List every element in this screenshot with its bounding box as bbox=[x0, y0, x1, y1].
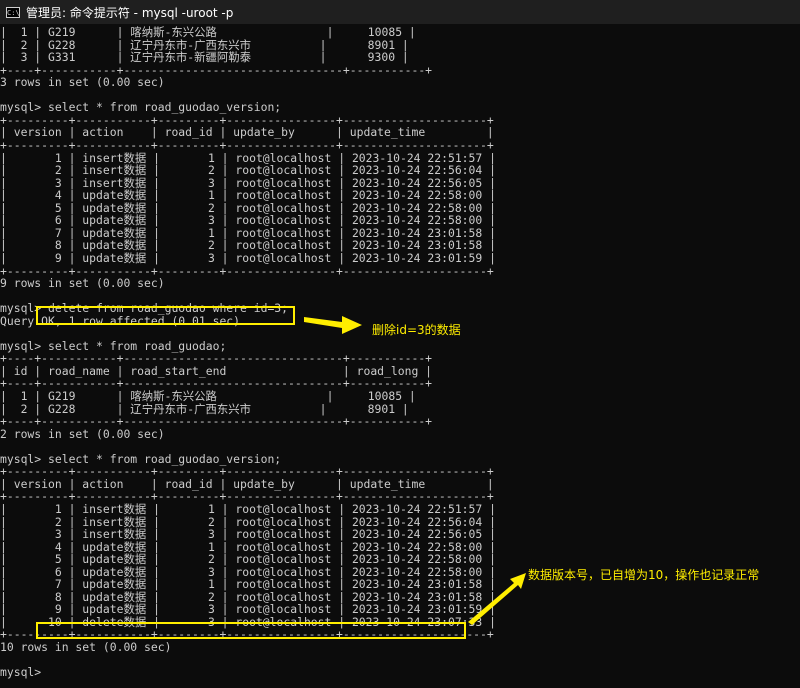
delete-annotation: 删除id=3的数据 bbox=[372, 323, 461, 337]
title-bar: C:\ 管理员: 命令提示符 - mysql -uroot -p bbox=[0, 0, 800, 24]
output-line: 10 rows in set (0.00 sec) bbox=[0, 640, 172, 654]
delete-command-highlight bbox=[36, 306, 295, 325]
window-title: 管理员: 命令提示符 - mysql -uroot -p bbox=[26, 5, 234, 20]
output-line: 2 rows in set (0.00 sec) bbox=[0, 426, 165, 441]
cmd-icon: C:\ bbox=[6, 6, 20, 18]
prompt-line: mysql> bbox=[0, 665, 42, 680]
new-version-row-highlight bbox=[36, 622, 466, 639]
output-line: 9 rows in set (0.00 sec) bbox=[0, 276, 165, 290]
output-line: | 9 | update数据 | 3 | root@localhost | 20… bbox=[0, 250, 496, 265]
terminal-output[interactable]: | 1 | G219 | 喀纳斯-东兴公路 | 10085 | | 2 | G22… bbox=[0, 26, 800, 688]
version-annotation: 数据版本号，已自增为10，操作也记录正常 bbox=[528, 568, 760, 582]
output-line: | 1 | insert数据 | 1 | root@localhost | 20… bbox=[0, 501, 496, 516]
output-line: 3 rows in set (0.00 sec) bbox=[0, 75, 165, 90]
